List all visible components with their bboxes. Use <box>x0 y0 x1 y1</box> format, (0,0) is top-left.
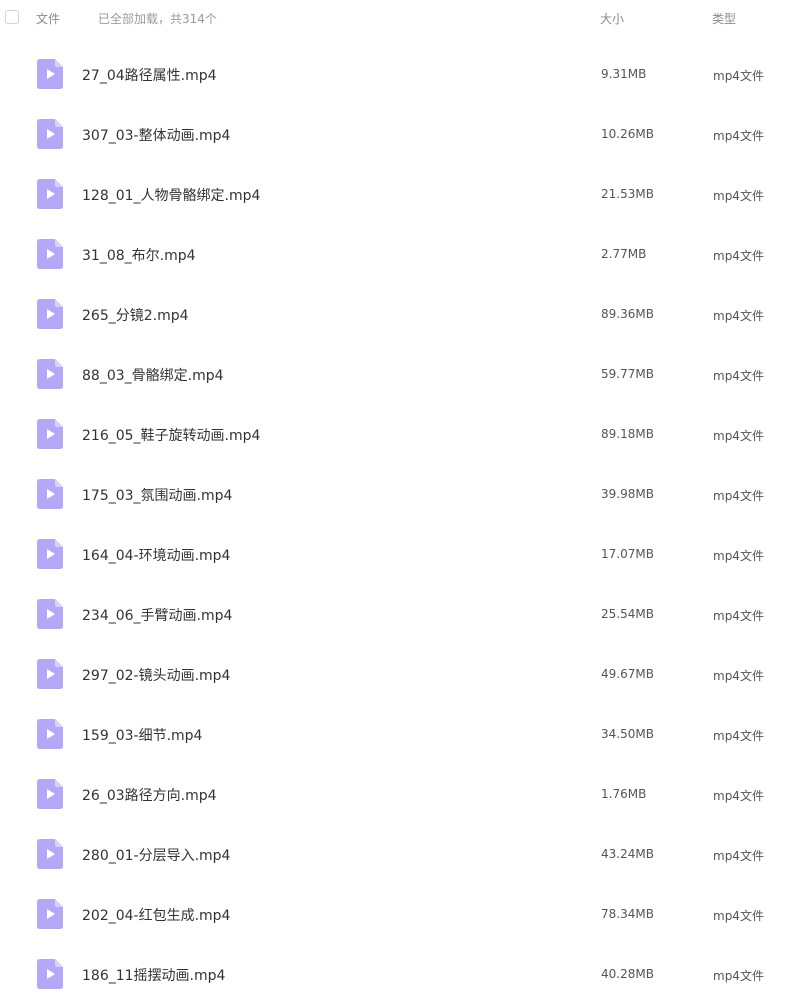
file-name[interactable]: 234_06_手臂动画.mp4 <box>82 605 232 625</box>
file-name[interactable]: 159_03-细节.mp4 <box>82 725 202 745</box>
video-file-icon <box>37 179 63 209</box>
file-list: 27_04路径属性.mp4 9.31MB mp4文件 307_03-整体动画.mp4 1… <box>0 44 803 1004</box>
file-type: mp4文件 <box>713 429 764 443</box>
file-row[interactable]: 186_11摇摆动画.mp4 40.28MB mp4文件 <box>0 944 803 1004</box>
file-type: mp4文件 <box>713 609 764 623</box>
file-row[interactable]: 175_03_氛围动画.mp4 39.98MB mp4文件 <box>0 464 803 524</box>
file-size: 1.76MB <box>601 787 647 801</box>
file-type: mp4文件 <box>713 969 764 983</box>
file-row[interactable]: 128_01_人物骨骼绑定.mp4 21.53MB mp4文件 <box>0 164 803 224</box>
file-size: 34.50MB <box>601 727 654 741</box>
file-row[interactable]: 234_06_手臂动画.mp4 25.54MB mp4文件 <box>0 584 803 644</box>
video-file-icon <box>37 839 63 869</box>
file-type: mp4文件 <box>713 189 764 203</box>
file-size: 89.18MB <box>601 427 654 441</box>
file-name[interactable]: 186_11摇摆动画.mp4 <box>82 965 225 985</box>
file-size: 25.54MB <box>601 607 654 621</box>
file-type: mp4文件 <box>713 549 764 563</box>
file-name[interactable]: 202_04-红包生成.mp4 <box>82 905 230 925</box>
video-file-icon <box>37 119 63 149</box>
column-header-name[interactable]: 文件 <box>36 10 60 27</box>
file-name[interactable]: 128_01_人物骨骼绑定.mp4 <box>82 185 260 205</box>
file-row[interactable]: 27_04路径属性.mp4 9.31MB mp4文件 <box>0 44 803 104</box>
file-name[interactable]: 297_02-镜头动画.mp4 <box>82 665 230 685</box>
load-status-text: 已全部加载，共314个 <box>98 12 217 26</box>
file-type: mp4文件 <box>713 489 764 503</box>
select-all-checkbox[interactable] <box>5 10 19 24</box>
file-type: mp4文件 <box>713 249 764 263</box>
video-file-icon <box>37 959 63 989</box>
video-file-icon <box>37 59 63 89</box>
file-type: mp4文件 <box>713 369 764 383</box>
file-row[interactable]: 159_03-细节.mp4 34.50MB mp4文件 <box>0 704 803 764</box>
file-name[interactable]: 26_03路径方向.mp4 <box>82 785 217 805</box>
file-size: 43.24MB <box>601 847 654 861</box>
file-row[interactable]: 265_分镜2.mp4 89.36MB mp4文件 <box>0 284 803 344</box>
file-size: 40.28MB <box>601 967 654 981</box>
file-type: mp4文件 <box>713 69 764 83</box>
file-name[interactable]: 280_01-分层导入.mp4 <box>82 845 230 865</box>
video-file-icon <box>37 599 63 629</box>
file-type: mp4文件 <box>713 669 764 683</box>
video-file-icon <box>37 659 63 689</box>
file-name[interactable]: 265_分镜2.mp4 <box>82 305 189 325</box>
file-name[interactable]: 307_03-整体动画.mp4 <box>82 125 230 145</box>
file-row[interactable]: 26_03路径方向.mp4 1.76MB mp4文件 <box>0 764 803 824</box>
column-header-type[interactable]: 类型 <box>712 10 736 27</box>
file-name[interactable]: 164_04-环境动画.mp4 <box>82 545 230 565</box>
file-name[interactable]: 27_04路径属性.mp4 <box>82 65 217 85</box>
file-size: 78.34MB <box>601 907 654 921</box>
video-file-icon <box>37 539 63 569</box>
file-row[interactable]: 88_03_骨骼绑定.mp4 59.77MB mp4文件 <box>0 344 803 404</box>
file-row[interactable]: 164_04-环境动画.mp4 17.07MB mp4文件 <box>0 524 803 584</box>
file-size: 21.53MB <box>601 187 654 201</box>
file-row[interactable]: 216_05_鞋子旋转动画.mp4 89.18MB mp4文件 <box>0 404 803 464</box>
video-file-icon <box>37 479 63 509</box>
file-type: mp4文件 <box>713 849 764 863</box>
file-size: 89.36MB <box>601 307 654 321</box>
column-header-size[interactable]: 大小 <box>600 10 624 27</box>
video-file-icon <box>37 779 63 809</box>
file-name[interactable]: 88_03_骨骼绑定.mp4 <box>82 365 224 385</box>
video-file-icon <box>37 719 63 749</box>
file-type: mp4文件 <box>713 309 764 323</box>
file-type: mp4文件 <box>713 789 764 803</box>
file-name[interactable]: 216_05_鞋子旋转动画.mp4 <box>82 425 260 445</box>
file-row[interactable]: 297_02-镜头动画.mp4 49.67MB mp4文件 <box>0 644 803 704</box>
file-row[interactable]: 280_01-分层导入.mp4 43.24MB mp4文件 <box>0 824 803 884</box>
video-file-icon <box>37 899 63 929</box>
file-size: 39.98MB <box>601 487 654 501</box>
video-file-icon <box>37 359 63 389</box>
file-size: 10.26MB <box>601 127 654 141</box>
file-size: 17.07MB <box>601 547 654 561</box>
file-type: mp4文件 <box>713 129 764 143</box>
file-size: 9.31MB <box>601 67 647 81</box>
file-row[interactable]: 202_04-红包生成.mp4 78.34MB mp4文件 <box>0 884 803 944</box>
video-file-icon <box>37 299 63 329</box>
file-row[interactable]: 307_03-整体动画.mp4 10.26MB mp4文件 <box>0 104 803 164</box>
file-size: 49.67MB <box>601 667 654 681</box>
file-type: mp4文件 <box>713 729 764 743</box>
file-name[interactable]: 31_08_布尔.mp4 <box>82 245 196 265</box>
file-name[interactable]: 175_03_氛围动画.mp4 <box>82 485 232 505</box>
file-size: 59.77MB <box>601 367 654 381</box>
video-file-icon <box>37 419 63 449</box>
file-size: 2.77MB <box>601 247 647 261</box>
file-type: mp4文件 <box>713 909 764 923</box>
file-row[interactable]: 31_08_布尔.mp4 2.77MB mp4文件 <box>0 224 803 284</box>
file-list-header: 文件 已全部加载，共314个 大小 类型 <box>0 0 803 38</box>
video-file-icon <box>37 239 63 269</box>
